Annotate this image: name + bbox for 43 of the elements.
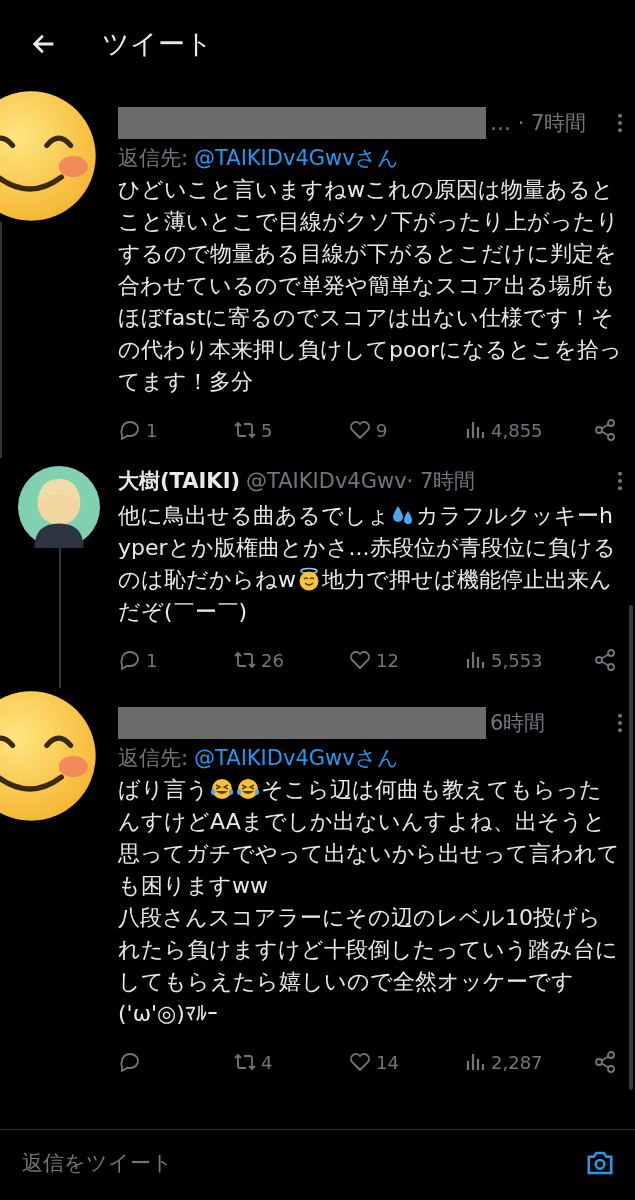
share-icon[interactable] (593, 418, 617, 442)
tweet-time: · 7時間 (406, 468, 476, 495)
retweet-count: 4 (261, 1051, 273, 1073)
reply-to-link[interactable]: @TAIKIDv4Gwvさん (194, 746, 399, 770)
tweet-text: ばり言う そこら辺は何曲も教えてもらったんすけどAAまでしか出ないんすよね、出そうと思ってガチでやって出ないから出せって言われても困りますww 八段さんスコアラーにその辺のレベル10投げられたら負けますけど十段倒したっていう踏み台にしてもらえたら嬉しいので全然オッケーです('ω'◎)ﾏﾙｰ (118, 776, 621, 1028)
reply-to-label: 返信先: (118, 746, 189, 770)
more-icon[interactable] (617, 470, 623, 492)
laughing-face-icon (210, 777, 234, 801)
like-count: 14 (376, 1051, 399, 1073)
laughing-face-icon (236, 777, 260, 801)
share-icon[interactable] (593, 1050, 617, 1074)
heart-icon[interactable] (348, 418, 372, 442)
reply-to-link[interactable]: @TAIKIDv4Gwvさん (194, 146, 399, 170)
smiley-avatar[interactable] (0, 90, 97, 222)
share-icon[interactable] (593, 648, 617, 672)
reply-icon[interactable] (118, 418, 142, 442)
tweet-time: 6時間 (490, 710, 546, 737)
like-count: 12 (376, 649, 399, 671)
tweet-text: ひどいこと言いますねwこれの原因は物量あるとこと薄いとこで目線がクソ下がったり上がったりするので物量ある目線が下がるとこだけに判定を合わせているので単発や簡単なスコア出る場所もほぼfastに寄るのでスコアは出ない仕様です！その代わり本来押し負けしてpoorになるとこを拾ってます！多分 (118, 176, 623, 396)
view-count: 4,855 (491, 419, 543, 441)
reply-count: 1 (146, 649, 158, 671)
tweet-text: 他に鳥出せる曲あるでしょ カラフルクッキーhyperとか版権曲とかさ...赤段位が青段位に負けるのは恥だからねw 地力で押せば機能停止出来んだぞ(￣ー￣) (118, 502, 617, 626)
user-handle: @TAIKIDv4Gwv (246, 469, 407, 493)
more-icon[interactable] (617, 112, 623, 134)
view-count: 5,553 (491, 649, 543, 671)
reply-icon[interactable] (118, 1050, 142, 1074)
view-count: 2,287 (491, 1051, 543, 1073)
user-name[interactable]: 大樹(TAIKI) (118, 467, 241, 495)
heart-icon[interactable] (348, 648, 372, 672)
smiley-avatar[interactable] (0, 690, 97, 822)
reply-count: 1 (146, 419, 158, 441)
like-count: 9 (376, 419, 388, 441)
halo-face-icon (297, 567, 321, 591)
heart-icon[interactable] (348, 1050, 372, 1074)
retweet-count: 26 (261, 649, 284, 671)
tweet-time: … · 7時間 (490, 110, 587, 137)
retweet-count: 5 (261, 419, 273, 441)
page-title: ツイート (102, 27, 213, 61)
avatar[interactable] (18, 466, 100, 548)
more-icon[interactable] (617, 712, 623, 734)
reply-to-label: 返信先: (118, 146, 189, 170)
reply-icon[interactable] (118, 648, 142, 672)
reply-input[interactable]: 返信をツイート (20, 1150, 585, 1176)
